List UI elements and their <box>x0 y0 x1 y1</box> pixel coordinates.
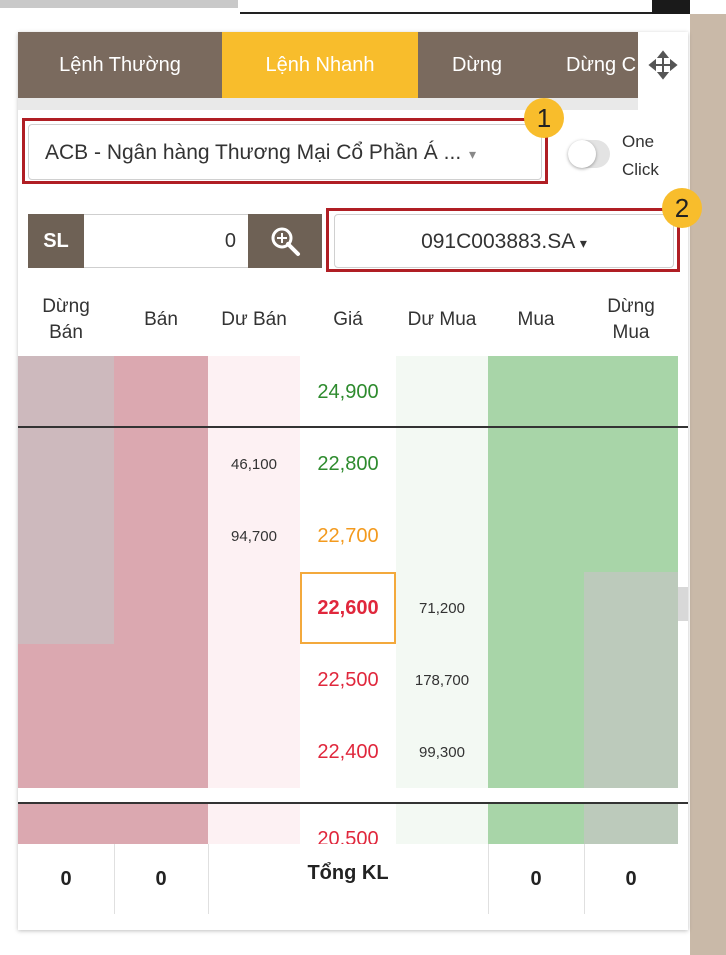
cell-sell[interactable] <box>114 644 208 716</box>
browser-top-strip <box>0 0 726 14</box>
cell-price[interactable]: 22,800 <box>300 428 396 500</box>
cell-price[interactable]: 22,500 <box>300 644 396 716</box>
top-border <box>240 0 652 14</box>
cell-sell[interactable] <box>114 572 208 644</box>
cell-sell[interactable] <box>114 356 208 428</box>
move-arrows-icon[interactable] <box>638 32 688 98</box>
cell-stop-buy[interactable] <box>584 644 678 716</box>
order-book-rows: 24,900 46,100 22,800 94,700 22,700 22,60… <box>18 356 688 874</box>
top-dark-block <box>652 0 690 14</box>
cell-stop-buy[interactable] <box>584 500 678 572</box>
tab-dung-c[interactable]: Dừng C <box>536 32 640 98</box>
cell-du-mua: 99,300 <box>396 716 488 788</box>
table-row: 22,500 178,700 <box>18 644 688 716</box>
quantity-label: SL <box>28 214 84 268</box>
order-book-footer: 0 0 Tổng KL 0 0 <box>18 844 688 914</box>
tab-lenh-thuong[interactable]: Lệnh Thường <box>18 32 222 98</box>
cell-stop-buy[interactable] <box>584 572 678 644</box>
cell-buy[interactable] <box>488 428 584 500</box>
cell-du-ban <box>208 644 300 716</box>
header-price: Giá <box>333 309 363 330</box>
left-margin <box>0 14 18 955</box>
cell-stop-buy[interactable] <box>584 356 678 428</box>
cell-stop-sell[interactable] <box>18 356 114 428</box>
total-stop-sell: 0 <box>60 867 72 890</box>
toggle-knob <box>568 140 596 168</box>
cell-du-mua: 178,700 <box>396 644 488 716</box>
header-sell: Bán <box>144 309 178 330</box>
header-stop-sell-line2: Bán <box>49 322 83 343</box>
zoom-search-icon-svg <box>271 227 300 256</box>
tab-dung[interactable]: Dừng <box>418 32 536 98</box>
cell-sell[interactable] <box>114 716 208 788</box>
table-row: 22,600 71,200 <box>18 572 688 644</box>
cell-du-mua: 71,200 <box>396 572 488 644</box>
cell-price[interactable]: 22,600 <box>300 572 396 644</box>
table-row: 22,400 99,300 <box>18 716 688 788</box>
highlight-box-account <box>326 208 680 272</box>
cell-buy[interactable] <box>488 644 584 716</box>
cell-buy[interactable] <box>488 716 584 788</box>
cell-du-mua <box>396 428 488 500</box>
cell-du-mua <box>396 500 488 572</box>
one-click-label-line1: One <box>622 132 655 151</box>
table-row: 24,900 <box>18 356 688 428</box>
header-stop-buy-line1: Dừng <box>607 296 655 317</box>
callout-badge-1: 1 <box>524 98 564 138</box>
header-buy: Mua <box>517 309 555 330</box>
order-type-tabs: Lệnh Thường Lệnh Nhanh Dừng Dừng C <box>18 32 688 98</box>
cell-stop-buy[interactable] <box>584 716 678 788</box>
vertical-scrollbar-thumb[interactable] <box>678 587 688 621</box>
move-arrows-icon-svg <box>648 50 678 80</box>
zoom-search-icon[interactable] <box>248 214 322 268</box>
cell-du-ban <box>208 356 300 428</box>
one-click-toggle[interactable] <box>568 140 610 168</box>
cell-stop-sell[interactable] <box>18 572 114 644</box>
cell-stop-buy[interactable] <box>584 428 678 500</box>
quantity-input[interactable] <box>84 214 244 268</box>
header-du-mua: Dư Mua <box>407 309 477 330</box>
one-click-label: One Click <box>622 128 678 184</box>
header-stop-buy: Dừng Mua <box>584 284 678 356</box>
total-volume-label: Tổng KL <box>307 862 389 884</box>
highlight-box-stock <box>22 118 548 184</box>
cell-price[interactable]: 22,400 <box>300 716 396 788</box>
cell-du-ban: 46,100 <box>208 428 300 500</box>
cell-stop-sell[interactable] <box>18 644 114 716</box>
header-stop-sell-line1: Dừng <box>42 296 90 317</box>
cell-du-ban: 94,700 <box>208 500 300 572</box>
cell-price[interactable]: 24,900 <box>300 356 396 428</box>
table-row: 20,500 <box>18 804 688 874</box>
header-stop-sell: Dừng Bán <box>18 284 114 356</box>
cell-du-ban <box>208 572 300 644</box>
total-sell: 0 <box>155 867 167 890</box>
cell-du-ban <box>208 716 300 788</box>
table-row: 46,100 22,800 <box>18 428 688 500</box>
cell-sell[interactable] <box>114 428 208 500</box>
tab-lenh-nhanh[interactable]: Lệnh Nhanh <box>222 32 418 98</box>
cell-sell[interactable] <box>114 500 208 572</box>
cell-price[interactable]: 22,700 <box>300 500 396 572</box>
table-row: 94,700 22,700 <box>18 500 688 572</box>
right-background <box>690 14 726 955</box>
cell-du-mua <box>396 356 488 428</box>
cell-stop-sell[interactable] <box>18 716 114 788</box>
total-buy: 0 <box>530 867 542 890</box>
horizontal-scrollbar-thumb[interactable] <box>0 0 238 8</box>
quick-order-panel: Lệnh Thường Lệnh Nhanh Dừng Dừng C ACB -… <box>18 32 702 930</box>
callout-badge-2: 2 <box>662 188 702 228</box>
header-du-ban: Dư Bán <box>221 309 287 330</box>
one-click-label-line2: Click <box>622 160 659 179</box>
header-stop-buy-line2: Mua <box>612 322 650 343</box>
cell-buy[interactable] <box>488 500 584 572</box>
cell-stop-sell[interactable] <box>18 500 114 572</box>
cell-buy[interactable] <box>488 356 584 428</box>
cell-stop-sell[interactable] <box>18 428 114 500</box>
order-book-header: Dừng Bán Bán Dư Bán Giá Dư Mua Mua Dừng Mu… <box>18 284 688 356</box>
total-stop-buy: 0 <box>625 867 637 890</box>
cell-buy[interactable] <box>488 572 584 644</box>
